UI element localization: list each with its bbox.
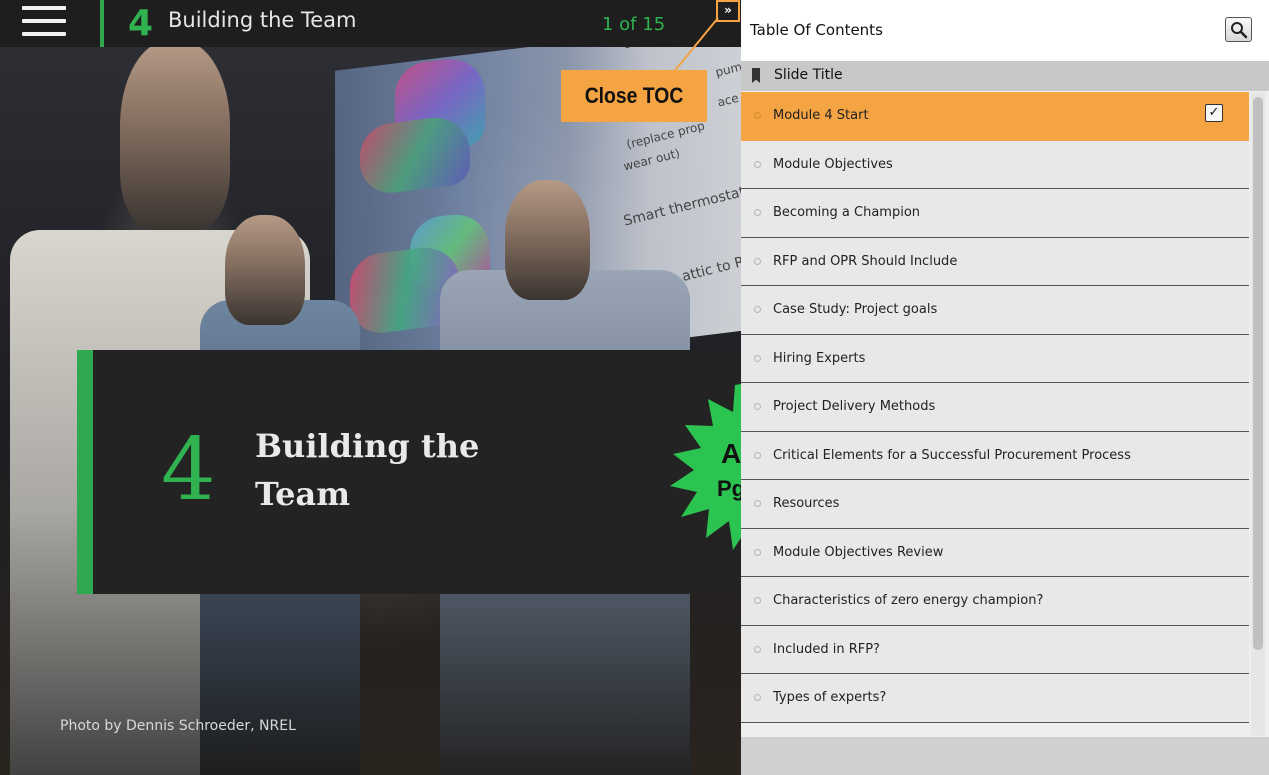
toc-item-label: Included in RFP?: [773, 641, 880, 657]
toc-item[interactable]: Project Delivery Methods: [741, 383, 1249, 432]
toc-item-label: Hiring Experts: [773, 350, 866, 366]
toc-item-label: Types of experts?: [773, 690, 887, 705]
slide-area: Insulate attic to R-38/49/6 Smart thermo…: [0, 0, 741, 775]
bullet-icon: [754, 257, 761, 265]
bullet-icon: [754, 500, 761, 507]
toc-footer: [741, 737, 1269, 775]
toc-item[interactable]: Critical Elements for a Successful Procu…: [741, 431, 1249, 480]
toc-scrollbar[interactable]: [1251, 92, 1265, 736]
toc-list: Module 4 Start ✓ Module Objectives Becoming…: [741, 92, 1249, 736]
badge-text: Pg: [717, 476, 741, 501]
bookmark-icon: [752, 68, 760, 83]
slide-title: Building the Team: [255, 427, 480, 513]
toc-item[interactable]: Case Study: Project goals: [741, 286, 1249, 335]
toc-item-label: RFP and OPR Should Include: [773, 253, 958, 269]
toc-item-label: Project Delivery Methods: [773, 399, 936, 414]
bullet-icon: [754, 403, 761, 410]
toc-column-header: Slide Title: [741, 61, 1269, 91]
toc-item-label: Module Objectives: [773, 156, 893, 172]
toc-item[interactable]: Types of experts?: [741, 674, 1249, 723]
toc-item-label: Resources: [773, 496, 840, 511]
bullet-icon: [754, 112, 761, 119]
toc-header: Table Of Contents: [741, 0, 1269, 61]
toc-panel: Table Of Contents Slide Title Module 4 S…: [741, 0, 1269, 775]
toc-item[interactable]: Module 4 Start ✓: [741, 92, 1249, 141]
photo-credit: Photo by Dennis Schroeder, NREL: [60, 718, 296, 734]
bullet-icon: [754, 597, 761, 604]
toc-item[interactable]: Hiring Experts: [741, 334, 1249, 383]
slide-number: 4: [161, 420, 216, 520]
toc-item[interactable]: RFP and OPR Should Include: [741, 237, 1249, 286]
toc-item-label: Becoming a Champion: [773, 205, 921, 220]
bullet-icon: [754, 306, 761, 313]
toc-item[interactable]: Module Objectives: [741, 140, 1249, 189]
close-toc-callout: Close TOC: [560, 70, 708, 122]
toc-item[interactable]: Becoming a Champion: [741, 189, 1249, 238]
toc-item[interactable]: Characteristics of zero energy champion?: [741, 577, 1249, 626]
toc-item-label: Module 4 Start: [773, 108, 869, 123]
toc-item[interactable]: Module Objectives Review: [741, 528, 1249, 577]
checkmark-icon: ✓: [1205, 104, 1223, 122]
toc-heading: Table Of Contents: [750, 21, 883, 39]
bullet-icon: [754, 160, 761, 168]
badge-text: A: [721, 438, 741, 469]
search-button[interactable]: [1225, 17, 1252, 42]
toc-item[interactable]: Resources: [741, 480, 1249, 529]
bullet-icon: [754, 548, 761, 556]
toc-item-label: Characteristics of zero energy champion?: [773, 593, 1044, 608]
bullet-icon: [754, 209, 761, 216]
bullet-icon: [754, 645, 761, 653]
title-accent-bar: [77, 350, 93, 594]
bullet-icon: [754, 354, 761, 362]
slide-title-card: 4 Building the Team A Pg: [77, 350, 741, 594]
search-icon: [1231, 22, 1248, 39]
toc-item[interactable]: Included in RFP?: [741, 625, 1249, 674]
toc-item-label: Case Study: Project goals: [773, 302, 938, 317]
toc-item-label: Critical Elements for a Successful Procu…: [773, 447, 1131, 463]
bullet-icon: [754, 451, 761, 459]
toc-item-label: Module Objectives Review: [773, 544, 944, 560]
bullet-icon: [754, 694, 761, 701]
column-header-label: Slide Title: [774, 67, 843, 83]
scrollbar-thumb[interactable]: [1253, 97, 1263, 650]
